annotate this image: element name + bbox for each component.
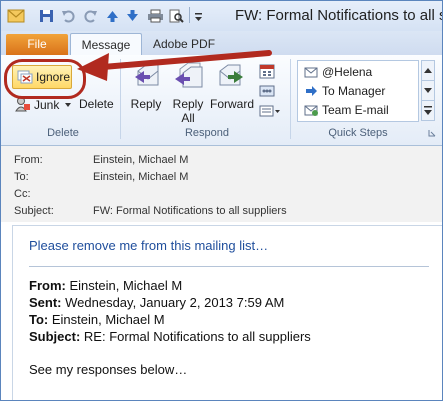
respond-group-label: Respond [184, 127, 230, 139]
quick-step-label: @Helena [322, 65, 373, 79]
reply-text: Please remove me from this mailing list… [29, 238, 269, 253]
forward-label: Forward [209, 97, 254, 111]
quote-divider [29, 266, 429, 267]
to-value[interactable]: Einstein, Michael M [93, 171, 188, 183]
quoted-subject-label: Subject: [29, 329, 81, 344]
outlook-app-icon[interactable] [7, 8, 25, 24]
quoted-to-label: To: [29, 312, 49, 327]
chevron-down-icon [424, 88, 432, 93]
outlook-message-window: FW: Formal Notifications to all supplier… [0, 0, 443, 401]
quoted-to-value: Einstein, Michael M [51, 312, 165, 327]
team-email-icon [304, 105, 318, 116]
quick-steps-gallery: @Helena To Manager Team E-mail [297, 60, 419, 122]
delete-label: Delete [79, 97, 114, 111]
email-icon [304, 67, 318, 78]
message-header: From: Einstein, Michael M To: Einstein, … [1, 146, 442, 222]
next-item-icon[interactable] [125, 9, 140, 23]
from-value[interactable]: Einstein, Michael M [93, 154, 188, 166]
print-icon[interactable] [147, 9, 164, 23]
to-label: To: [14, 171, 29, 183]
quick-steps-scroll-down[interactable] [421, 80, 435, 101]
subject-value: FW: Formal Notifications to all supplier… [93, 205, 287, 217]
junk-label: Junk [34, 98, 60, 112]
quoted-from-value: Einstein, Michael M [69, 278, 183, 293]
dialog-launcher-icon[interactable] [428, 129, 436, 137]
gallery-more-icon [424, 106, 432, 115]
ribbon-separator [290, 59, 291, 139]
subject-label: Subject: [14, 205, 54, 217]
qat-separator [189, 7, 190, 23]
previous-item-icon[interactable] [105, 9, 120, 23]
quoted-subject: Subject: RE: Formal Notifications to all… [29, 329, 311, 344]
more-respond-icon[interactable] [259, 103, 281, 119]
ribbon: Ignore Junk Delete Delete Reply Reply Al… [1, 50, 442, 146]
reply-all-label-line2: All [181, 111, 195, 125]
quick-step-label: To Manager [322, 84, 386, 98]
chevron-down-icon [65, 103, 71, 107]
quoted-from: From: Einstein, Michael M [29, 278, 182, 293]
title-bar: FW: Formal Notifications to all supplier… [1, 1, 442, 31]
customize-qat-icon[interactable] [194, 9, 203, 23]
tab-file[interactable]: File [6, 34, 68, 55]
quick-steps-more[interactable] [421, 100, 435, 121]
quick-steps-group-label: Quick Steps [328, 127, 388, 139]
window-title: FW: Formal Notifications to all supplier… [235, 7, 442, 24]
quoted-subject-value: RE: Formal Notifications to all supplier… [83, 329, 311, 344]
redo-icon[interactable] [83, 9, 98, 23]
undo-icon[interactable] [61, 9, 76, 23]
delete-group-label: Delete [47, 127, 79, 139]
quick-step-to-manager[interactable]: To Manager [302, 82, 414, 100]
closing-text: See my responses below… [29, 362, 188, 377]
message-body[interactable]: Please remove me from this mailing list…… [12, 225, 442, 400]
save-icon[interactable] [39, 9, 54, 23]
print-preview-icon[interactable] [169, 9, 184, 23]
quick-step-label: Team E-mail [322, 103, 389, 117]
forward-arrow-icon [306, 86, 317, 96]
reply-label: Reply [130, 97, 162, 111]
quick-step-helena[interactable]: @Helena [302, 63, 414, 81]
quick-step-team-email[interactable]: Team E-mail [302, 101, 414, 119]
reply-all-label-line1: Reply [172, 97, 204, 111]
quoted-sent-value: Wednesday, January 2, 2013 7:59 AM [65, 295, 285, 310]
quoted-sent: Sent: Wednesday, January 2, 2013 7:59 AM [29, 295, 284, 310]
from-label: From: [14, 154, 43, 166]
chevron-up-icon [424, 68, 432, 73]
quoted-from-label: From: [29, 278, 66, 293]
arrow-annotation-icon [77, 50, 272, 81]
quick-steps-scroll-up[interactable] [421, 60, 435, 81]
quoted-to: To: Einstein, Michael M [29, 312, 165, 327]
quoted-sent-label: Sent: [29, 295, 62, 310]
cc-label: Cc: [14, 188, 31, 200]
